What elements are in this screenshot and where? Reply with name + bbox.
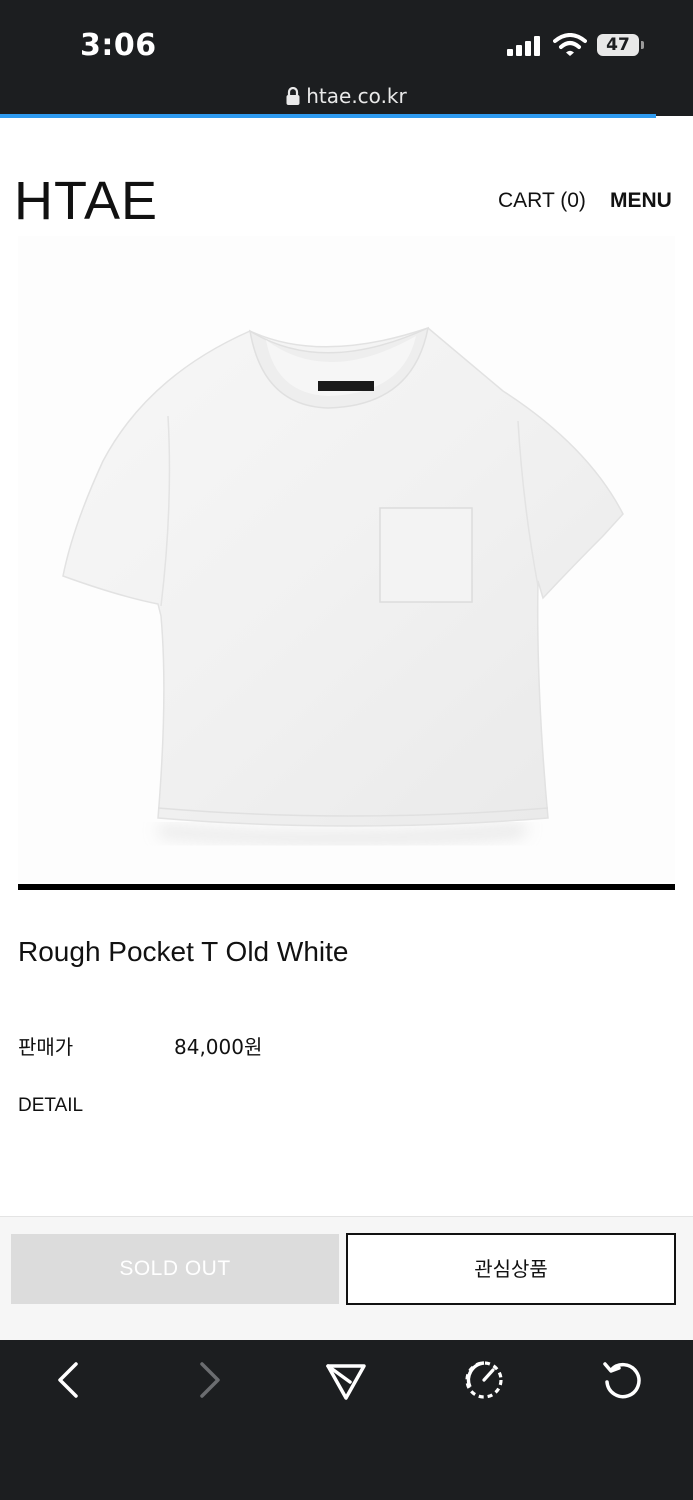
wishlist-button[interactable]: 관심상품 [346, 1233, 676, 1305]
forward-icon[interactable] [186, 1358, 230, 1402]
status-bar: 3:06 47 htae.co.kr [0, 0, 693, 118]
reload-icon[interactable] [600, 1358, 644, 1402]
site-logo[interactable]: HTAE [14, 170, 158, 232]
product-image [18, 236, 675, 882]
lock-icon [286, 87, 300, 105]
menu-button[interactable]: MENU [610, 189, 672, 213]
price-value: 84,000원 [174, 1035, 263, 1059]
share-icon[interactable] [324, 1358, 368, 1402]
page-load-progress [0, 114, 656, 118]
battery-icon: 47 [597, 34, 647, 58]
section-divider [18, 884, 675, 890]
cart-link[interactable]: CART (0) [498, 189, 586, 213]
back-icon[interactable] [48, 1358, 92, 1402]
price-label: 판매가 [18, 1035, 74, 1059]
cellular-signal-icon [507, 36, 540, 56]
speed-dial-icon[interactable] [462, 1358, 506, 1402]
battery-level: 47 [606, 35, 630, 55]
address-bar[interactable]: htae.co.kr [0, 84, 693, 108]
sold-out-button[interactable]: SOLD OUT [11, 1234, 339, 1304]
status-time: 3:06 [80, 28, 157, 63]
url-text: htae.co.kr [306, 84, 407, 108]
tshirt-illustration [18, 236, 675, 882]
wifi-icon [553, 33, 587, 56]
detail-link[interactable]: DETAIL [18, 1095, 83, 1117]
product-title: Rough Pocket T Old White [18, 936, 349, 967]
